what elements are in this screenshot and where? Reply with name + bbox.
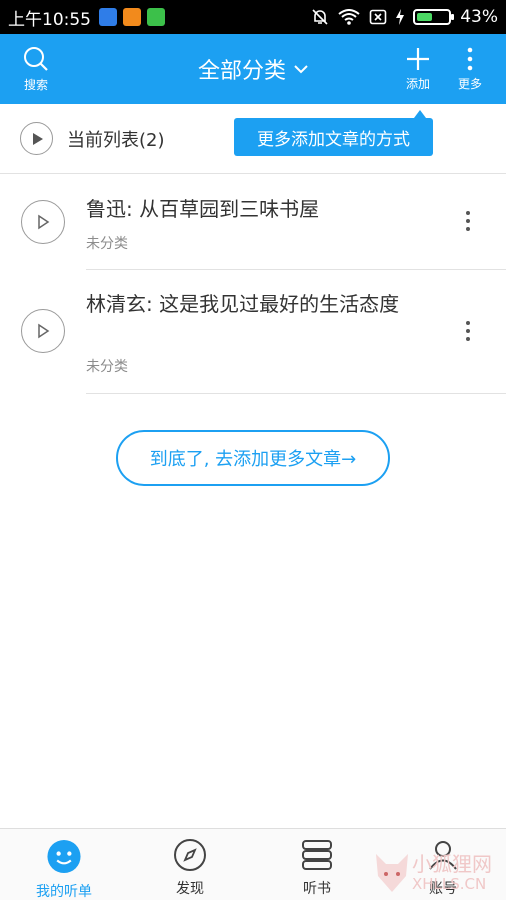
nav-discover[interactable]: 发现 — [140, 829, 240, 900]
add-label: 添加 — [405, 76, 430, 91]
watermark: 小狐狸网 XHLLS.CN — [372, 842, 506, 900]
dot-icon — [466, 329, 470, 333]
shield-app-icon — [99, 8, 117, 26]
play-button[interactable] — [21, 200, 65, 244]
divider — [86, 393, 506, 394]
add-more-label: 到底了, 去添加更多文章→ — [149, 449, 357, 470]
app-bar: 搜索 全部分类 添加 更多 — [0, 34, 506, 104]
item-category: 未分类 — [86, 236, 128, 252]
chevron-down-icon — [294, 65, 308, 74]
nav-label: 听书 — [303, 881, 331, 897]
books-icon — [302, 840, 332, 870]
play-button[interactable] — [21, 309, 65, 353]
add-methods-tooltip[interactable]: 更多添加文章的方式 — [234, 110, 433, 156]
more-vertical-icon — [467, 47, 473, 70]
play-icon — [32, 132, 43, 145]
nav-label: 我的听单 — [36, 884, 92, 900]
watermark-sub: XHLLS.CN — [412, 875, 487, 893]
tooltip-text: 更多添加文章的方式 — [257, 129, 410, 150]
status-time: 上午10:55 — [8, 9, 91, 30]
item-title: 鲁迅: 从百草园到三味书屋 — [86, 197, 320, 221]
add-button[interactable]: 添加 — [396, 34, 440, 104]
list-item[interactable]: 鲁迅: 从百草园到三味书屋 未分类 — [0, 176, 506, 270]
dot-icon — [466, 337, 470, 341]
smiley-icon — [47, 839, 81, 874]
more-label: 更多 — [457, 76, 482, 91]
sim-app-icon — [147, 8, 165, 26]
page-title: 全部分类 — [197, 59, 286, 84]
add-more-articles-button[interactable]: 到底了, 去添加更多文章→ — [116, 430, 390, 486]
silent-bell-icon — [312, 9, 328, 25]
charging-icon — [396, 9, 405, 25]
battery-percent: 43% — [460, 7, 498, 27]
status-bar: 上午10:55 43% — [0, 0, 506, 34]
wifi-icon — [338, 9, 360, 25]
more-button[interactable]: 更多 — [448, 34, 492, 104]
play-icon — [38, 323, 50, 339]
item-menu-button[interactable] — [458, 211, 478, 231]
nav-my-list[interactable]: 我的听单 — [14, 829, 114, 900]
category-dropdown[interactable]: 全部分类 — [150, 34, 356, 104]
battery-icon — [413, 9, 455, 25]
nav-label: 发现 — [176, 881, 204, 897]
no-sim-icon — [369, 9, 387, 25]
dot-icon — [466, 211, 470, 215]
fox-logo-icon — [376, 854, 408, 892]
item-category: 未分类 — [86, 359, 128, 375]
watermark-text: 小狐狸网 — [412, 852, 492, 876]
dot-icon — [466, 227, 470, 231]
search-button[interactable]: 搜索 — [14, 34, 58, 104]
play-icon — [38, 214, 50, 230]
dot-icon — [466, 219, 470, 223]
item-title: 林清玄: 这是我见过最好的生活态度 — [86, 292, 400, 316]
list-item[interactable]: 林清玄: 这是我见过最好的生活态度 未分类 — [0, 270, 506, 394]
play-all-button[interactable] — [20, 122, 53, 155]
list-title: 当前列表(2) — [67, 129, 165, 151]
browser-app-icon — [123, 8, 141, 26]
search-label: 搜索 — [23, 77, 48, 92]
search-icon — [24, 46, 48, 71]
item-menu-button[interactable] — [458, 321, 478, 341]
nav-audiobook[interactable]: 听书 — [267, 829, 367, 900]
dot-icon — [466, 321, 470, 325]
plus-icon — [407, 47, 429, 70]
compass-icon — [174, 839, 206, 871]
